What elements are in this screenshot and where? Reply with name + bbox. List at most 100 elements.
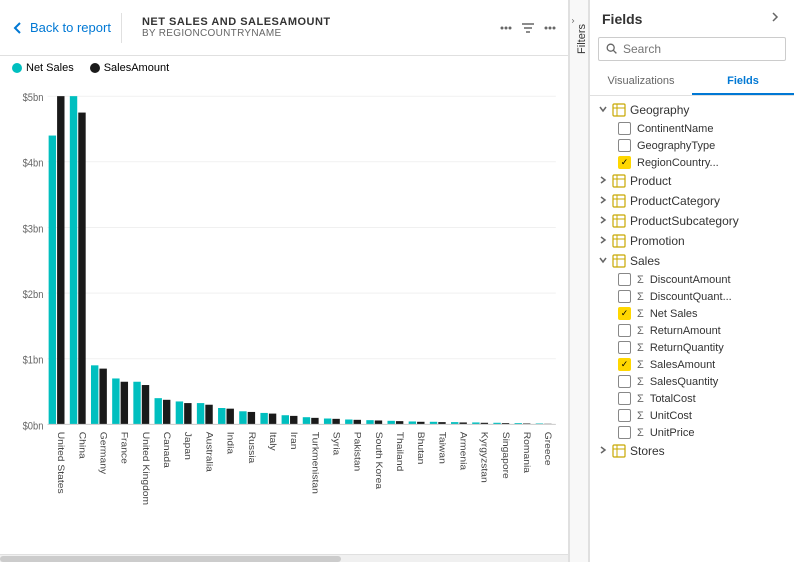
tree-item-label: ContinentName [637, 123, 713, 135]
tree-item[interactable]: Σ UnitPrice [590, 424, 794, 441]
svg-text:Syria: Syria [331, 432, 341, 456]
checkbox[interactable] [618, 290, 631, 303]
tree-group-label-productsubcategory: ProductSubcategory [630, 214, 739, 228]
legend-label-net-sales: Net Sales [26, 62, 74, 74]
tree-item[interactable]: Σ UnitCost [590, 407, 794, 424]
tree-item[interactable]: Σ SalesAmount [590, 356, 794, 373]
svg-text:Japan: Japan [182, 432, 192, 460]
right-panel-header: Fields [590, 0, 794, 33]
sigma-icon: Σ [637, 291, 644, 303]
tree-group-stores: Stores [590, 441, 794, 461]
back-to-report-button[interactable]: Back to report [10, 20, 111, 36]
tree-item[interactable]: Σ TotalCost [590, 390, 794, 407]
checkbox[interactable] [618, 426, 631, 439]
tree-item[interactable]: GeographyType [590, 137, 794, 154]
left-panel: Back to report NET SALES AND SALESAMOUNT… [0, 0, 569, 562]
right-panel-collapse[interactable] [768, 10, 782, 27]
chart-scrollbar[interactable] [0, 554, 568, 562]
checkbox[interactable] [618, 392, 631, 405]
tree-item[interactable]: Σ Net Sales [590, 305, 794, 322]
svg-text:South Korea: South Korea [373, 432, 383, 490]
tree-item[interactable]: ContinentName [590, 120, 794, 137]
tree-group-sales: Sales Σ DiscountAmount Σ DiscountQuant..… [590, 251, 794, 441]
svg-text:Turkmenistan: Turkmenistan [310, 432, 320, 494]
legend-dot-sales-amount [90, 63, 100, 73]
checkbox[interactable] [618, 358, 631, 371]
header-actions [498, 20, 558, 36]
chart-header: Back to report NET SALES AND SALESAMOUNT… [0, 0, 568, 56]
tab-fields[interactable]: Fields [692, 69, 794, 95]
more-icon[interactable] [498, 20, 514, 36]
tree-item-label: DiscountQuant... [650, 291, 732, 303]
tree-group-promotion: Promotion [590, 231, 794, 251]
tree-item-label: ReturnAmount [650, 325, 721, 337]
chart-subtitle: BY REGIONCOUNTRYNAME [142, 28, 331, 39]
chart-legend: Net Sales SalesAmount [0, 56, 568, 80]
legend-sales-amount: SalesAmount [90, 62, 169, 74]
svg-text:Greece: Greece [542, 432, 552, 466]
svg-text:Canada: Canada [161, 432, 171, 469]
checkbox[interactable] [618, 409, 631, 422]
sigma-icon: Σ [637, 376, 644, 388]
svg-text:United Kingdom: United Kingdom [140, 432, 150, 505]
checkbox[interactable] [618, 375, 631, 388]
tree-group-label-stores: Stores [630, 444, 665, 458]
options-icon[interactable] [542, 20, 558, 36]
tree-chevron-productsubcategory [598, 214, 608, 228]
checkbox[interactable] [618, 341, 631, 354]
tree-item-label: SalesQuantity [650, 376, 718, 388]
tree-item[interactable]: Σ ReturnAmount [590, 322, 794, 339]
filter-icon[interactable] [520, 20, 536, 36]
tree-item[interactable]: Σ DiscountQuant... [590, 288, 794, 305]
tree-group-header-geography[interactable]: Geography [590, 100, 794, 120]
tree-item-label: ReturnQuantity [650, 342, 724, 354]
tree-group-productsubcategory: ProductSubcategory [590, 211, 794, 231]
svg-text:$3bn: $3bn [23, 224, 44, 236]
sigma-icon: Σ [637, 308, 644, 320]
tree-item-label: RegionCountry... [637, 157, 719, 169]
tree-group-header-product[interactable]: Product [590, 171, 794, 191]
svg-text:$1bn: $1bn [23, 355, 44, 367]
svg-text:Armenia: Armenia [458, 432, 468, 471]
bar-chart: $5bn$4bn$3bn$2bn$1bn$0bnUnited StatesChi… [8, 84, 560, 546]
checkbox[interactable] [618, 307, 631, 320]
filters-panel[interactable]: Filters [569, 0, 589, 562]
chart-title-block: NET SALES AND SALESAMOUNT BY REGIONCOUNT… [142, 16, 331, 39]
tree-item-label: DiscountAmount [650, 274, 731, 286]
svg-text:Taiwan: Taiwan [437, 432, 447, 464]
svg-text:Bhutan: Bhutan [415, 432, 425, 465]
checkbox[interactable] [618, 156, 631, 169]
tree-item[interactable]: RegionCountry... [590, 154, 794, 171]
tree-group-header-promotion[interactable]: Promotion [590, 231, 794, 251]
checkbox[interactable] [618, 273, 631, 286]
tree-item[interactable]: Σ DiscountAmount [590, 271, 794, 288]
svg-text:Romania: Romania [521, 432, 531, 474]
svg-text:Italy: Italy [267, 432, 277, 451]
sigma-icon: Σ [637, 359, 644, 371]
tree-group-label-sales: Sales [630, 254, 660, 268]
svg-text:United States: United States [55, 432, 65, 494]
tree-item[interactable]: Σ ReturnQuantity [590, 339, 794, 356]
sigma-icon: Σ [637, 342, 644, 354]
svg-text:India: India [225, 432, 235, 455]
tree-item[interactable]: Σ SalesQuantity [590, 373, 794, 390]
tree-group-productcategory: ProductCategory [590, 191, 794, 211]
tree-group-header-productcategory[interactable]: ProductCategory [590, 191, 794, 211]
chart-scrollbar-thumb[interactable] [0, 556, 341, 562]
tree-chevron-geography [598, 103, 608, 117]
right-panel: Fields Visualizations Fields Geography [589, 0, 794, 562]
sigma-icon: Σ [637, 427, 644, 439]
filters-label: Filters [576, 24, 588, 54]
checkbox[interactable] [618, 139, 631, 152]
sigma-icon: Σ [637, 410, 644, 422]
legend-dot-net-sales [12, 63, 22, 73]
tree-group-label-product: Product [630, 174, 671, 188]
search-box[interactable] [598, 37, 786, 61]
tree-group-header-sales[interactable]: Sales [590, 251, 794, 271]
tab-visualizations[interactable]: Visualizations [590, 69, 692, 95]
checkbox[interactable] [618, 324, 631, 337]
search-input[interactable] [623, 42, 779, 56]
tree-group-header-productsubcategory[interactable]: ProductSubcategory [590, 211, 794, 231]
checkbox[interactable] [618, 122, 631, 135]
tree-group-header-stores[interactable]: Stores [590, 441, 794, 461]
